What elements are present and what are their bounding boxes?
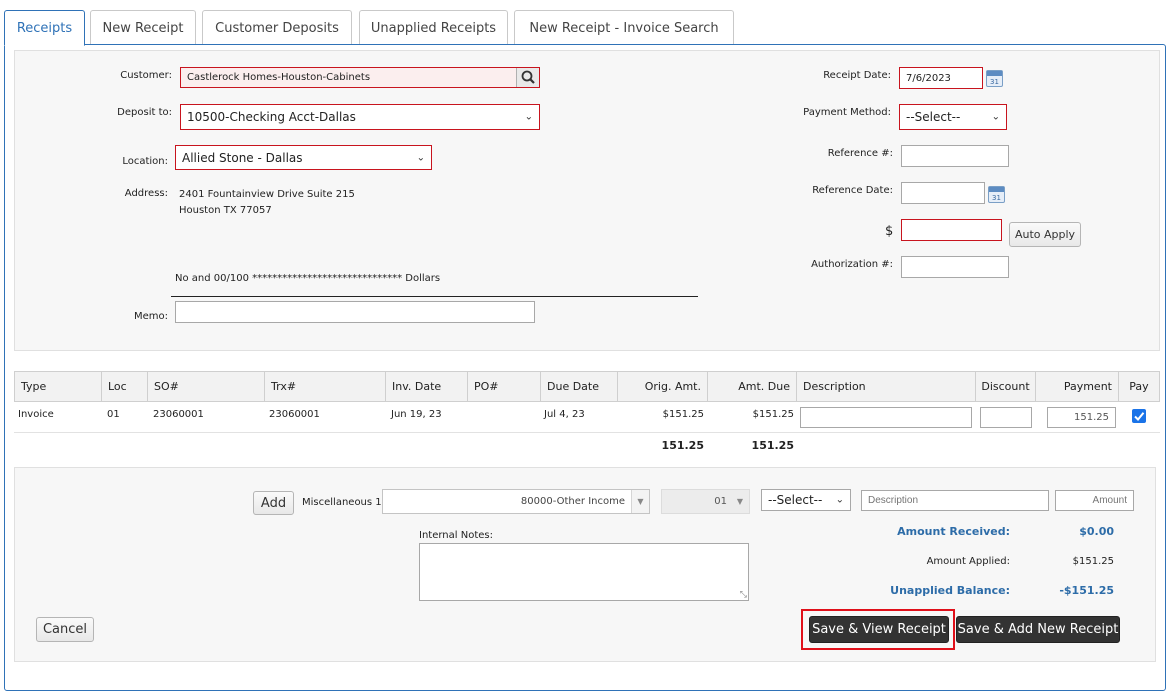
- customer-value: Castlerock Homes-Houston-Cabinets: [187, 72, 371, 83]
- tab-customer-deposits[interactable]: Customer Deposits: [202, 10, 352, 45]
- row-payment-input[interactable]: 151.25: [1047, 407, 1116, 428]
- header-amt-due: Amt. Due: [708, 371, 797, 402]
- header-description: Description: [797, 371, 976, 402]
- header-inv-date: Inv. Date: [386, 371, 468, 402]
- caret-down-icon: ▼: [631, 490, 649, 513]
- resize-handle-icon[interactable]: ⤡: [740, 590, 747, 600]
- check-icon: [1134, 412, 1145, 421]
- unapplied-balance-label: Unapplied Balance:: [890, 584, 1010, 597]
- cell-so: 23060001: [153, 409, 204, 420]
- memo-label: Memo:: [133, 311, 168, 322]
- misc-account-value: 80000-Other Income: [520, 496, 625, 507]
- misc-label: Miscellaneous 1: [302, 497, 382, 508]
- header-pay: Pay: [1119, 371, 1160, 402]
- cell-type: Invoice: [18, 409, 54, 420]
- cancel-button[interactable]: Cancel: [36, 617, 94, 642]
- misc-type-select[interactable]: --Select-- ⌄: [761, 489, 851, 511]
- misc-description-input[interactable]: [861, 490, 1049, 511]
- row-discount-input[interactable]: [980, 407, 1032, 428]
- header-loc: Loc: [102, 371, 148, 402]
- reference-input[interactable]: [901, 145, 1009, 167]
- deposit-value: 10500-Checking Acct-Dallas: [187, 110, 356, 124]
- internal-notes-textarea[interactable]: ⤡: [419, 543, 749, 601]
- amount-in-words: No and 00/100 **************************…: [175, 273, 441, 284]
- authorization-input[interactable]: [901, 256, 1009, 278]
- misc-loc-value: 01: [714, 496, 727, 507]
- cell-due-date: Jul 4, 23: [544, 409, 585, 420]
- tab-invoice-search[interactable]: New Receipt - Invoice Search: [514, 10, 734, 45]
- header-po: PO#: [468, 371, 541, 402]
- row-divider: [14, 432, 1160, 433]
- misc-account-select[interactable]: 80000-Other Income ▼: [382, 489, 650, 514]
- misc-amount-input[interactable]: [1055, 490, 1134, 511]
- internal-notes-label: Internal Notes:: [419, 530, 493, 541]
- header-trx: Trx#: [265, 371, 386, 402]
- search-icon: [521, 70, 535, 84]
- amount-input[interactable]: [901, 219, 1002, 241]
- header-type: Type: [14, 371, 102, 402]
- chevron-down-icon: ⌄: [524, 111, 533, 123]
- total-amt-due: 151.25: [751, 439, 794, 452]
- save-add-new-receipt-button[interactable]: Save & Add New Receipt: [956, 616, 1120, 643]
- header-payment: Payment: [1036, 371, 1119, 402]
- deposit-select[interactable]: 10500-Checking Acct-Dallas ⌄: [180, 104, 540, 130]
- authorization-label: Authorization #:: [811, 259, 893, 270]
- memo-input[interactable]: [175, 301, 535, 323]
- address-line-1: 2401 Fountainview Drive Suite 215: [179, 189, 355, 200]
- amount-applied-value: $151.25: [1072, 556, 1114, 567]
- misc-type-value: --Select--: [768, 493, 823, 507]
- reference-date-label: Reference Date:: [812, 185, 893, 196]
- cell-inv-date: Jun 19, 23: [391, 409, 442, 420]
- tab-receipts[interactable]: Receipts: [4, 10, 85, 46]
- header-so: SO#: [148, 371, 265, 402]
- address-line-2: Houston TX 77057: [179, 205, 272, 216]
- chevron-down-icon: ⌄: [835, 494, 844, 506]
- unapplied-balance-value: -$151.25: [1059, 584, 1114, 597]
- cell-loc: 01: [107, 409, 120, 420]
- save-view-receipt-button[interactable]: Save & View Receipt: [809, 616, 949, 643]
- payment-method-select[interactable]: --Select-- ⌄: [899, 104, 1007, 130]
- amount-received-label: Amount Received:: [897, 525, 1010, 538]
- calendar-icon[interactable]: 31: [986, 70, 1003, 87]
- tab-new-receipt[interactable]: New Receipt: [90, 10, 196, 45]
- location-label: Location:: [122, 156, 168, 167]
- dollar-sign: $: [885, 224, 894, 239]
- receipt-date-input[interactable]: 7/6/2023: [899, 67, 983, 89]
- total-orig-amt: 151.25: [661, 439, 704, 452]
- reference-date-input[interactable]: [901, 182, 985, 204]
- amount-applied-label: Amount Applied:: [926, 556, 1010, 567]
- header-orig-amt: Orig. Amt.: [618, 371, 708, 402]
- tab-unapplied-receipts[interactable]: Unapplied Receipts: [359, 10, 508, 45]
- row-description-input[interactable]: [800, 407, 972, 428]
- location-value: Allied Stone - Dallas: [182, 150, 303, 165]
- cell-trx: 23060001: [269, 409, 320, 420]
- amount-received-value: $0.00: [1079, 525, 1114, 538]
- calendar-icon-glyph: 31: [990, 78, 999, 86]
- payment-method-value: --Select--: [906, 110, 961, 124]
- calendar-icon-glyph: 31: [992, 194, 1001, 202]
- header-discount: Discount: [976, 371, 1036, 402]
- chevron-down-icon: ⌄: [991, 111, 1000, 123]
- customer-label: Customer:: [120, 70, 172, 81]
- header-due-date: Due Date: [541, 371, 618, 402]
- auto-apply-button[interactable]: Auto Apply: [1009, 222, 1081, 247]
- calendar-icon[interactable]: 31: [988, 186, 1005, 203]
- deposit-label: Deposit to:: [117, 107, 172, 118]
- cell-orig-amt: $151.25: [662, 409, 704, 420]
- add-misc-button[interactable]: Add: [253, 491, 294, 515]
- cell-amt-due: $151.25: [752, 409, 794, 420]
- row-pay-checkbox[interactable]: [1132, 409, 1146, 423]
- receipt-date-label: Receipt Date:: [823, 70, 891, 81]
- caret-down-icon: ▼: [736, 497, 743, 506]
- customer-search-button[interactable]: [516, 68, 539, 87]
- divider-line: [171, 296, 698, 297]
- location-select[interactable]: Allied Stone - Dallas ⌄: [175, 145, 432, 170]
- reference-label: Reference #:: [827, 148, 893, 159]
- address-label: Address:: [124, 188, 168, 199]
- payment-method-label: Payment Method:: [803, 107, 891, 118]
- customer-input[interactable]: Castlerock Homes-Houston-Cabinets: [180, 67, 540, 88]
- misc-loc-select[interactable]: 01 ▼: [661, 489, 750, 514]
- chevron-down-icon: ⌄: [416, 152, 425, 163]
